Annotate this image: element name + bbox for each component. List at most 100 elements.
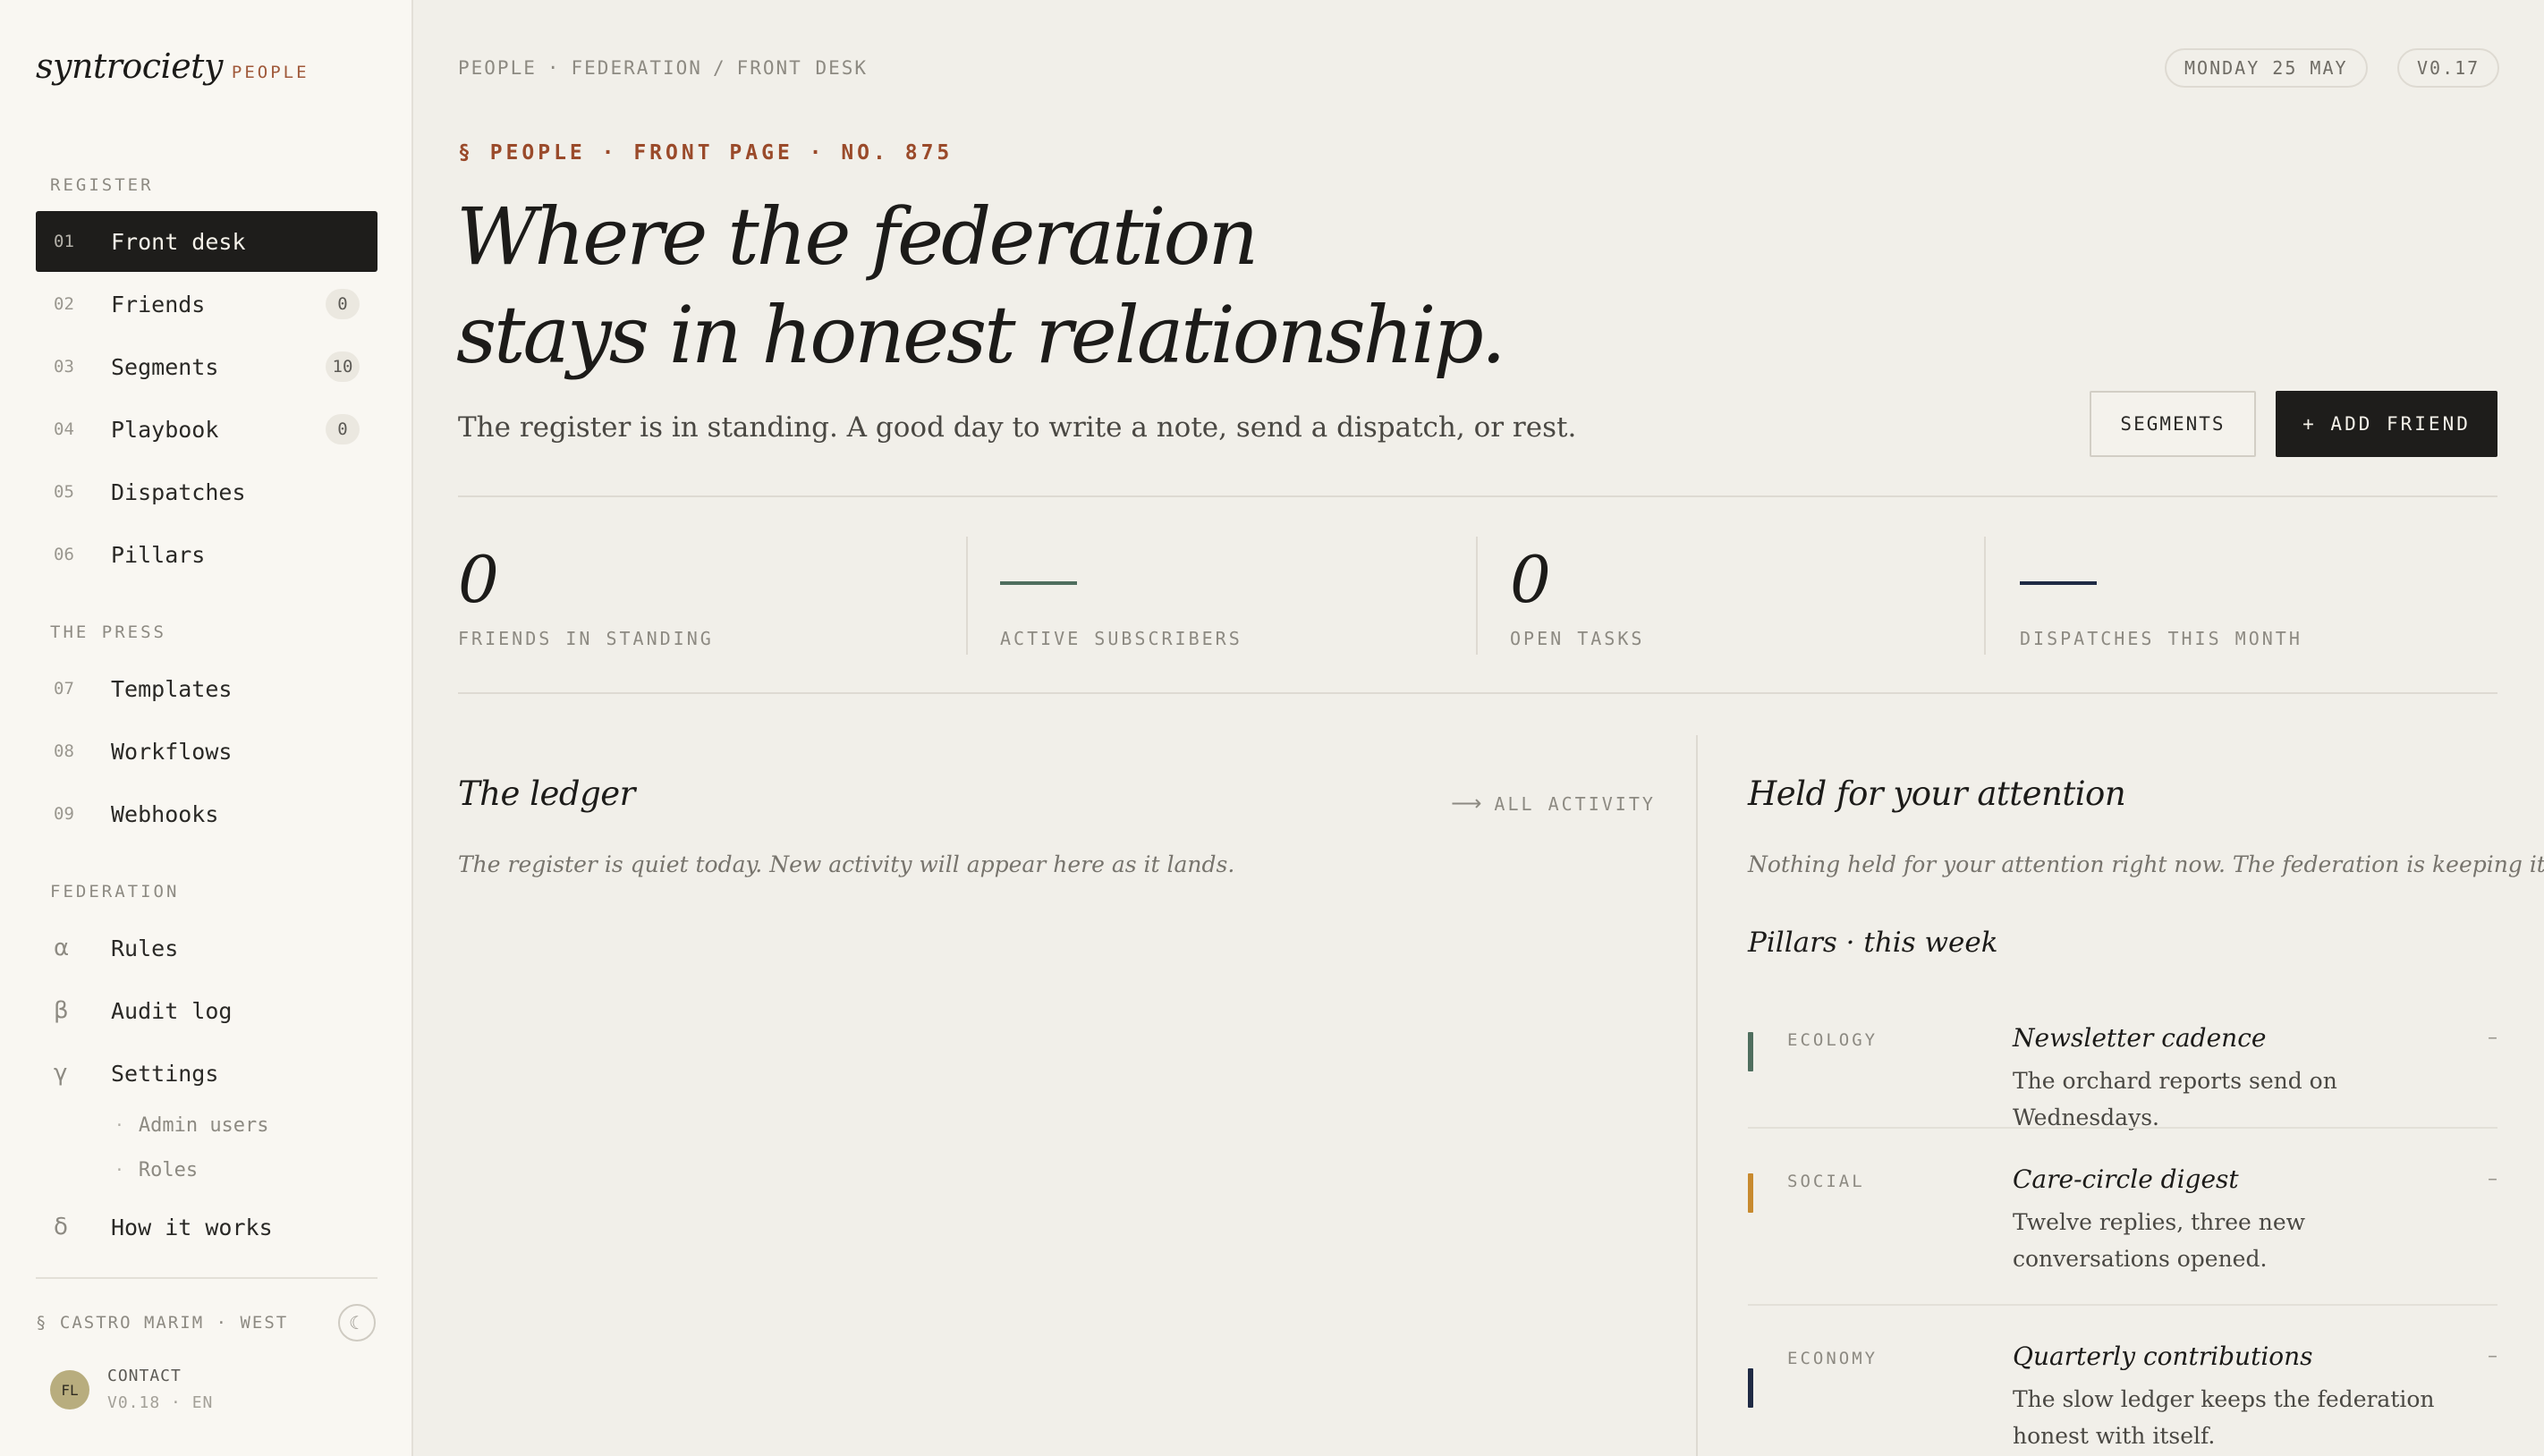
pillar-status: – [2488, 1027, 2497, 1049]
version-pill: V0.17 [2397, 48, 2500, 88]
stat-divider [1984, 537, 1986, 655]
breadcrumb-current: FRONT DESK [736, 57, 869, 79]
sidebar-item-settings[interactable]: γ Settings [36, 1043, 377, 1104]
app-root: syntrociety PEOPLE REGISTER 01 Front desk… [0, 0, 2544, 1456]
location-label: § CASTRO MARIM · WEST [36, 1313, 289, 1333]
title-line-1: Where the federation [456, 190, 1259, 283]
nav-glyph: δ [54, 1214, 68, 1240]
all-activity-link[interactable]: ⟶ ALL ACTIVITY [1451, 791, 1656, 816]
nav-label: Friends [111, 291, 206, 317]
page-title: Where the federation stays in honest rel… [456, 188, 1887, 385]
pillar-category: SOCIAL [1787, 1172, 1865, 1191]
nav-label: Segments [111, 353, 219, 380]
nav-number: 05 [54, 482, 74, 502]
segments-button[interactable]: SEGMENTS [2090, 391, 2256, 457]
divider [458, 692, 2497, 694]
pillar-color-bar [1748, 1032, 1753, 1071]
title-line-2: stays in honest relationship. [456, 289, 1506, 381]
nav-number: 08 [54, 741, 74, 761]
breadcrumb-separator: · [547, 57, 561, 79]
pillar-row[interactable]: ECONOMY Quarterly contributions The slow… [1748, 1338, 2497, 1456]
pillar-description: The slow ledger keeps the federation hon… [2013, 1386, 2435, 1449]
stat-value: 0 [458, 542, 499, 617]
stat-label: DISPATCHES THIS MONTH [2020, 628, 2302, 649]
sidebar-item-audit-log[interactable]: β Audit log [36, 980, 377, 1041]
attention-title: Held for your attention [1748, 775, 2126, 813]
nav-label: Pillars [111, 541, 206, 568]
nav-label: Audit log [111, 997, 233, 1024]
pillar-status: – [2488, 1168, 2497, 1190]
breadcrumb-separator: / [712, 57, 726, 79]
breadcrumb: PEOPLE · FEDERATION / FRONT DESK [458, 57, 868, 79]
sidebar-item-webhooks[interactable]: 09 Webhooks [36, 783, 377, 844]
add-friend-button[interactable]: + ADD FRIEND [2276, 391, 2497, 457]
contact-link[interactable]: CONTACT [107, 1367, 182, 1385]
page-eyebrow: § PEOPLE · FRONT PAGE · NO. 875 [458, 141, 954, 165]
breadcrumb-item[interactable]: PEOPLE [458, 57, 537, 79]
nav-label: Front desk [111, 228, 246, 255]
pillar-color-bar [1748, 1173, 1753, 1213]
section-label-register: REGISTER [50, 175, 154, 195]
brand-logo[interactable]: syntrociety PEOPLE [36, 47, 310, 86]
nav-number: 04 [54, 419, 74, 439]
ledger-title: The ledger [458, 775, 635, 813]
pillar-row[interactable]: SOCIAL Care-circle digest Twelve replies… [1748, 1161, 2497, 1304]
empty-dash [1000, 581, 1077, 585]
pillar-title: Newsletter cadence [2013, 1023, 2267, 1053]
sidebar-item-friends[interactable]: 02 Friends 0 [36, 274, 377, 334]
sidebar-subitem-roles[interactable]: · Roles [114, 1159, 198, 1181]
nav-label: Templates [111, 675, 233, 702]
pillar-color-bar [1748, 1368, 1753, 1408]
pillar-row[interactable]: ECOLOGY Newsletter cadence The orchard r… [1748, 1020, 2497, 1130]
nav-glyph: α [54, 935, 70, 961]
pillar-description: Twelve replies, three new conversations … [2013, 1209, 2306, 1272]
subitem-label: Roles [138, 1159, 199, 1181]
pillar-description: The orchard reports send on Wednesdays. [2013, 1068, 2337, 1130]
ledger-empty-note: The register is quiet today. New activit… [458, 851, 1235, 877]
attention-empty-note: Nothing held for your attention right no… [1748, 851, 2544, 877]
arrow-right-icon: ⟶ [1451, 791, 1482, 816]
sidebar-divider [36, 1277, 377, 1279]
nav-glyph: γ [54, 1060, 68, 1087]
sidebar-item-dispatches[interactable]: 05 Dispatches [36, 461, 377, 522]
sidebar-item-front-desk[interactable]: 01 Front desk [36, 211, 377, 272]
nav-label: Webhooks [111, 800, 219, 827]
stat-label: OPEN TASKS [1510, 628, 1645, 649]
pillar-category: ECOLOGY [1787, 1030, 1878, 1050]
nav-label: How it works [111, 1214, 273, 1240]
pillar-divider [1748, 1304, 2497, 1306]
brand-tag: PEOPLE [231, 63, 310, 82]
stat-label: ACTIVE SUBSCRIBERS [1000, 628, 1242, 649]
sidebar-item-templates[interactable]: 07 Templates [36, 658, 377, 719]
pillars-week-title: Pillars · this week [1748, 927, 1998, 959]
breadcrumb-item[interactable]: FEDERATION [572, 57, 702, 79]
pillar-title: Quarterly contributions [2013, 1342, 2313, 1371]
sidebar-item-how-it-works[interactable]: δ How it works [36, 1197, 377, 1257]
sidebar-item-pillars[interactable]: 06 Pillars [36, 524, 377, 585]
stat-divider [966, 537, 968, 655]
date-pill: MONDAY 25 MAY [2165, 48, 2368, 88]
sidebar-item-playbook[interactable]: 04 Playbook 0 [36, 399, 377, 460]
avatar[interactable]: FL [50, 1370, 89, 1409]
nav-label: Playbook [111, 416, 219, 443]
nav-label: Workflows [111, 738, 233, 765]
empty-dash [2020, 581, 2097, 585]
sidebar-subitem-admin-users[interactable]: · Admin users [114, 1114, 269, 1137]
stat-value: 0 [1510, 542, 1551, 617]
sidebar-item-workflows[interactable]: 08 Workflows [36, 721, 377, 782]
sidebar: syntrociety PEOPLE REGISTER 01 Front desk… [0, 0, 413, 1456]
section-label-press: THE PRESS [50, 622, 166, 642]
subitem-label: Admin users [138, 1114, 269, 1137]
brand-name: syntrociety [36, 47, 223, 86]
pillar-category: ECONOMY [1787, 1349, 1878, 1368]
moon-icon[interactable]: ☾ [338, 1304, 376, 1342]
standing-message: The register is in standing. A good day … [458, 411, 1577, 444]
sidebar-item-segments[interactable]: 03 Segments 10 [36, 336, 377, 397]
nav-number: 01 [54, 232, 74, 251]
count-badge: 0 [326, 289, 360, 319]
nav-number: 02 [54, 294, 74, 314]
sidebar-item-rules[interactable]: α Rules [36, 918, 377, 978]
nav-label: Rules [111, 935, 179, 961]
nav-number: 07 [54, 679, 74, 698]
version-locale: V0.18 · EN [107, 1393, 214, 1412]
